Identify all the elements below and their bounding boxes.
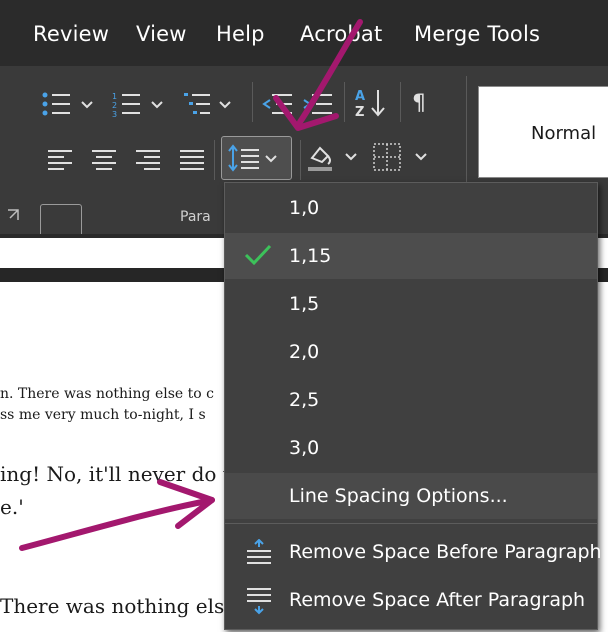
remove-space-after-item[interactable]: Remove Space After Paragraph xyxy=(225,577,597,623)
ribbon-separator xyxy=(252,82,253,122)
menu-bar: Review View Help Acrobat Merge Tools xyxy=(0,0,608,66)
checkmark-icon xyxy=(244,244,272,266)
decrease-indent-icon[interactable] xyxy=(262,90,294,120)
line-spacing-option-1-5[interactable]: 1,5 xyxy=(225,281,597,327)
line-spacing-option-2-5[interactable]: 2,5 xyxy=(225,377,597,423)
ribbon-separator xyxy=(400,82,401,122)
remove-space-before-icon xyxy=(247,539,271,564)
ribbon-separator xyxy=(214,140,215,180)
doc-text-line: e.' xyxy=(0,495,24,519)
line-spacing-option-2-0[interactable]: 2,0 xyxy=(225,329,597,375)
line-spacing-menu: 1,0 1,15 1,5 2,0 2,5 3,0 Line Spacing Op… xyxy=(224,182,602,630)
align-left-icon xyxy=(48,150,72,170)
doc-text-line: ss me very much to-night, I s xyxy=(0,407,206,423)
menu-help[interactable]: Help xyxy=(216,22,265,46)
increase-indent-icon[interactable] xyxy=(302,90,334,120)
menu-separator xyxy=(225,523,597,524)
menu-acrobat[interactable]: Acrobat xyxy=(300,22,382,46)
svg-text:Z: Z xyxy=(355,105,364,120)
doc-text-line: ing! No, it'll never do t xyxy=(0,462,231,486)
align-center-icon[interactable] xyxy=(92,148,118,172)
pilcrow-icon[interactable]: ¶ xyxy=(410,88,436,118)
doc-text-line: n. There was nothing else to c xyxy=(0,386,214,402)
line-spacing-option-3-0[interactable]: 3,0 xyxy=(225,425,597,471)
ribbon-separator xyxy=(300,140,301,180)
svg-text:1: 1 xyxy=(112,92,117,101)
remove-space-after-icon xyxy=(247,588,271,615)
remove-space-before-item[interactable]: Remove Space Before Paragraph xyxy=(225,529,602,575)
sort-icon[interactable]: A Z xyxy=(354,86,390,122)
dialog-launcher-icon[interactable] xyxy=(6,208,20,222)
menu-view[interactable]: View xyxy=(136,22,187,46)
menu-merge-tools[interactable]: Merge Tools xyxy=(414,22,540,46)
align-right-icon[interactable] xyxy=(136,148,162,172)
style-normal-label: Normal xyxy=(531,123,597,144)
ribbon-separator xyxy=(344,82,345,122)
bullets-icon[interactable] xyxy=(40,90,98,120)
line-spacing-options-item[interactable]: Line Spacing Options... xyxy=(225,473,597,519)
multilevel-list-icon[interactable] xyxy=(184,90,242,120)
paragraph-group-label: Para xyxy=(180,209,211,225)
svg-text:2: 2 xyxy=(112,101,117,110)
doc-text-line: There was nothing else xyxy=(0,594,237,618)
menu-review[interactable]: Review xyxy=(33,22,109,46)
justify-icon[interactable] xyxy=(180,148,206,172)
shading-icon[interactable] xyxy=(306,142,366,174)
line-spacing-option-1-0[interactable]: 1,0 xyxy=(225,185,597,231)
style-normal-gallery[interactable]: Normal xyxy=(478,86,608,178)
line-spacing-icon xyxy=(228,144,277,172)
line-spacing-option-1-15[interactable]: 1,15 xyxy=(225,233,597,279)
svg-text:A: A xyxy=(355,89,365,104)
borders-icon[interactable] xyxy=(372,142,432,174)
svg-text:¶: ¶ xyxy=(412,91,426,116)
svg-text:3: 3 xyxy=(112,110,117,119)
numbering-icon[interactable]: 1 2 3 xyxy=(112,90,170,120)
